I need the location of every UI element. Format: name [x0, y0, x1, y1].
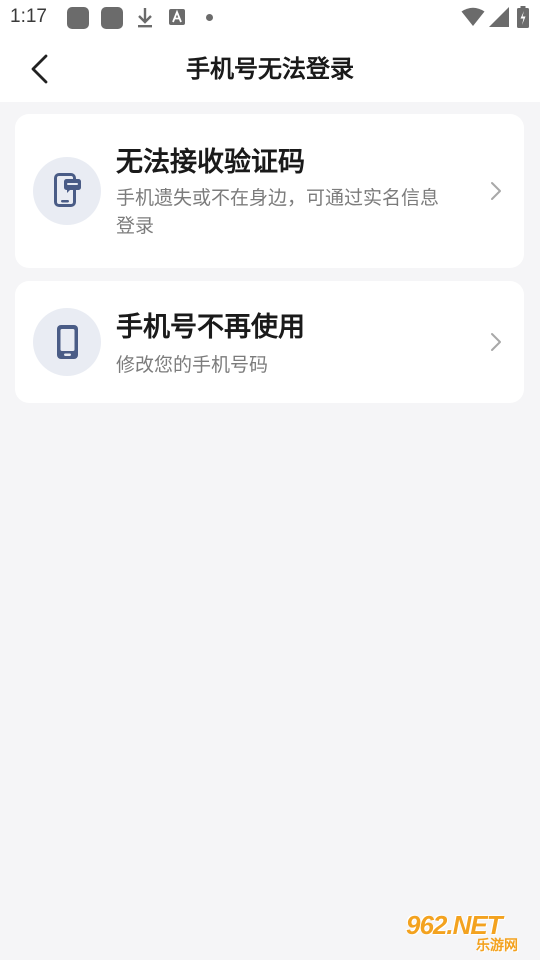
header: 手机号无法登录 [0, 36, 540, 102]
phone-icon [57, 325, 78, 359]
watermark-sub-text: 乐游网 [476, 938, 518, 954]
wifi-icon [461, 7, 485, 26]
watermark-logo: 962.NET 乐游网 [402, 908, 534, 956]
font-a-icon [169, 9, 185, 25]
dot-icon [206, 14, 213, 21]
option-title: 手机号不再使用 [116, 312, 305, 343]
chevron-right-icon [491, 182, 501, 200]
back-button[interactable] [20, 46, 64, 90]
chevron-left-icon [31, 54, 48, 84]
page-title: 手机号无法登录 [186, 55, 354, 83]
option-description: 修改您的手机号码 [116, 354, 269, 376]
option-card-cannot-receive-code[interactable]: 无法接收验证码 手机遗失或不在身边，可通过实名信息登录 [15, 114, 524, 268]
status-time: 1:17 [10, 6, 47, 27]
icon-circle [33, 308, 101, 376]
option-description: 手机遗失或不在身边，可通过实名信息登录 [116, 187, 440, 237]
cellular-signal-icon [489, 7, 509, 27]
app-square-icon [101, 7, 123, 29]
option-title: 无法接收验证码 [116, 147, 305, 178]
icon-circle [33, 157, 101, 225]
option-card-number-not-in-use[interactable]: 手机号不再使用 修改您的手机号码 [15, 281, 524, 403]
status-bar: 1:17 [0, 0, 540, 36]
download-icon [138, 8, 152, 28]
chevron-right-icon [491, 333, 501, 351]
app-square-icon [67, 7, 89, 29]
battery-icon [517, 6, 529, 28]
phone-message-icon [54, 173, 81, 207]
